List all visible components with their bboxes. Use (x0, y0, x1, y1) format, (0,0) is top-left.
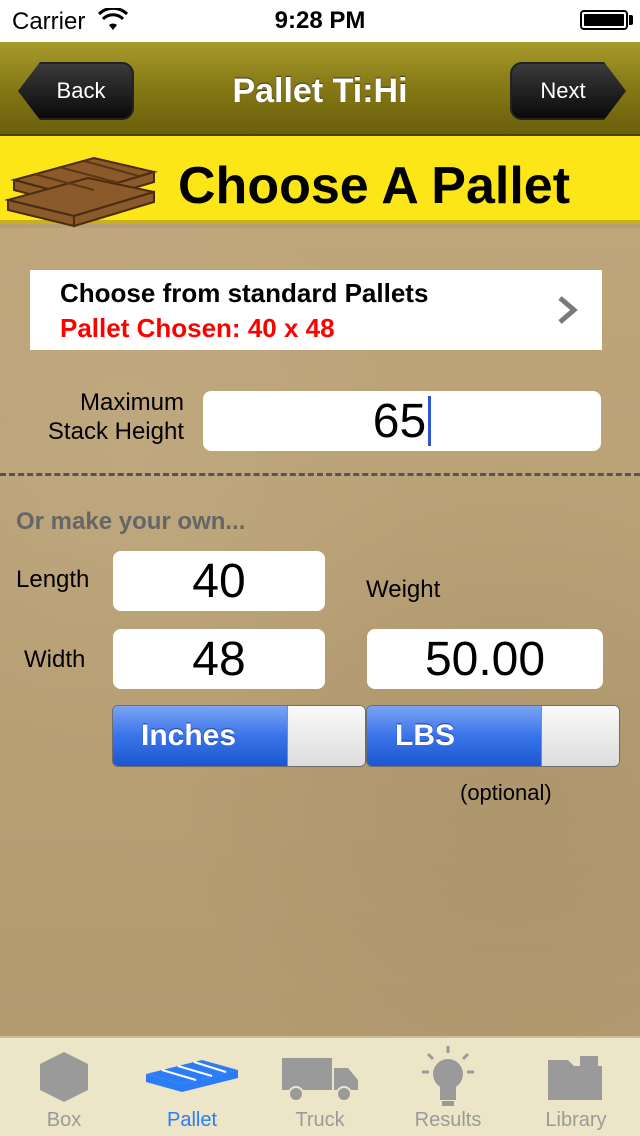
choose-pallet-banner: Choose A Pallet (0, 136, 640, 228)
width-label: Width (24, 646, 86, 673)
tab-label: Results (414, 1109, 482, 1131)
stack-height-label: Maximum Stack Height (47, 389, 184, 445)
tab-library[interactable]: Library (512, 1038, 640, 1136)
box-icon (40, 1052, 88, 1102)
pallet-icon (146, 1060, 238, 1092)
next-button[interactable]: Next (510, 62, 626, 120)
weight-units-toggle-knob (541, 706, 619, 766)
weight-label: Weight (366, 576, 441, 603)
tab-label: Pallet (166, 1109, 218, 1131)
weight-input[interactable]: 50.00 (367, 629, 603, 689)
wooden-pallet-icon (4, 156, 158, 228)
folder-icon (548, 1056, 602, 1100)
pallet-chosen-label: Pallet Chosen: 40 x 48 (60, 313, 335, 343)
tab-results[interactable]: Results (384, 1038, 512, 1136)
lightbulb-icon (422, 1046, 474, 1106)
battery-icon (580, 10, 628, 30)
units-toggle-label: Inches (113, 706, 287, 766)
battery-nub (629, 15, 633, 25)
tab-truck[interactable]: Truck (256, 1038, 384, 1136)
truck-icon (282, 1058, 358, 1102)
clock: 9:28 PM (274, 7, 366, 34)
length-input[interactable]: 40 (113, 551, 325, 611)
tab-label: Box (46, 1109, 82, 1131)
stack-height-input[interactable]: 65 (203, 391, 601, 451)
tab-bar: Box Pallet Truck Results Library (0, 1036, 640, 1136)
dashed-divider (0, 473, 640, 476)
pallet-form: Choose from standard Pallets Pallet Chos… (0, 228, 640, 1036)
units-toggle-knob (287, 706, 365, 766)
units-toggle[interactable]: Inches (112, 705, 366, 767)
banner-title: Choose A Pallet (178, 157, 571, 215)
standard-pallets-label: Choose from standard Pallets (60, 278, 429, 308)
tab-label: Library (545, 1109, 607, 1131)
custom-pallet-heading: Or make your own... (16, 508, 246, 535)
tab-box[interactable]: Box (0, 1038, 128, 1136)
tab-label: Truck (295, 1109, 345, 1131)
optional-label: (optional) (460, 780, 552, 805)
tab-pallet[interactable]: Pallet (128, 1038, 256, 1136)
status-bar: Carrier 9:28 PM (0, 0, 640, 42)
length-label: Length (16, 566, 90, 593)
chevron-right-icon (558, 296, 578, 324)
stack-height-value: 65 (372, 394, 427, 448)
text-caret (428, 396, 432, 446)
weight-units-toggle-label: LBS (367, 706, 541, 766)
navigation-bar: Back Pallet Ti:Hi Next (0, 42, 640, 136)
standard-pallets-row[interactable]: Choose from standard Pallets Pallet Chos… (30, 270, 602, 350)
weight-units-toggle[interactable]: LBS (366, 705, 620, 767)
width-input[interactable]: 48 (113, 629, 325, 689)
